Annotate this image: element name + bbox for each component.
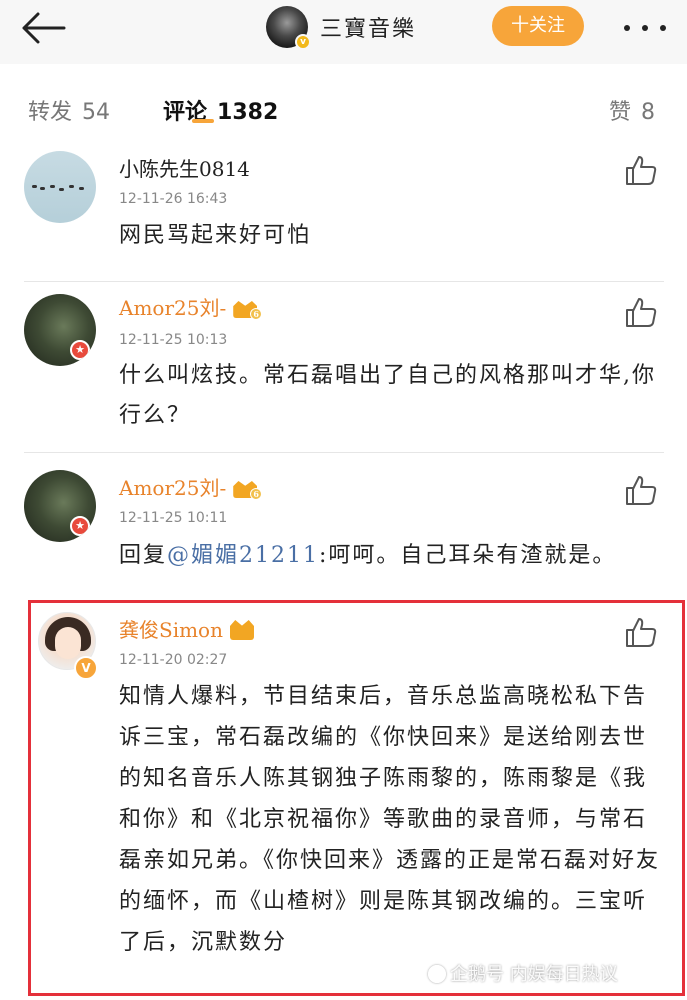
comment-item: 小陈先生0814 12-11-26 16:43 网民骂起来好可怕	[0, 146, 687, 284]
watermark-text: 企鹅号 内娱每日热议	[450, 964, 618, 985]
top-navigation-bar: v 三寶音樂 十关注	[0, 0, 687, 64]
tab-count: 8	[641, 100, 656, 125]
avatar[interactable]: ★	[24, 294, 96, 366]
comment-timestamp: 12-11-25 10:11	[119, 510, 228, 526]
active-tab-indicator	[192, 119, 214, 123]
tab-bar: 转发 54 评论 1382 赞8	[0, 64, 687, 146]
account-header[interactable]: v 三寶音樂	[266, 4, 416, 50]
comment-item: ★ Amor25刘- 6 12-11-25 10:11 回复@媚媚21211:呵呵…	[0, 454, 687, 594]
highlight-annotation-box	[28, 600, 685, 996]
comment-username[interactable]: Amor25刘- 6	[119, 472, 263, 501]
mention-link[interactable]: @媚媚21211	[167, 543, 319, 568]
tab-label: 转发	[28, 100, 73, 125]
vip-crown-icon: 6	[232, 476, 263, 500]
reply-prefix: 回复	[119, 543, 168, 568]
back-arrow-icon[interactable]	[18, 8, 68, 48]
username-text: Amor25刘-	[119, 296, 227, 320]
divider	[24, 281, 664, 282]
tab-label: 赞	[609, 100, 632, 125]
comment-text: 网民骂起来好可怕	[119, 223, 312, 248]
tab-likes[interactable]: 赞8	[609, 94, 655, 126]
comment-timestamp: 12-11-26 16:43	[119, 191, 228, 207]
avatar[interactable]: ★	[24, 470, 96, 542]
comment-username[interactable]: 小陈先生0814	[119, 153, 250, 182]
tab-count: 1382	[217, 100, 279, 125]
tab-comments[interactable]: 评论 1382	[163, 94, 278, 126]
account-name[interactable]: 三寶音樂	[320, 11, 416, 43]
member-badge-icon: ★	[70, 516, 90, 536]
thumbs-up-icon[interactable]	[624, 474, 658, 506]
comment-username[interactable]: Amor25刘- 6	[119, 292, 263, 321]
vip-crown-icon: 6	[232, 296, 263, 320]
verified-badge-icon: v	[295, 34, 311, 50]
thumbs-up-icon[interactable]	[624, 154, 658, 186]
account-avatar[interactable]: v	[266, 6, 311, 50]
member-badge-icon: ★	[70, 340, 90, 360]
tab-reposts[interactable]: 转发 54	[28, 94, 110, 126]
comment-text: 什么叫炫技。常石磊唱出了自己的风格那叫才华,你行么？	[119, 363, 656, 428]
watermark: 企鹅号 内娱每日热议	[428, 960, 618, 986]
penguin-logo-icon	[428, 965, 446, 983]
more-options-icon[interactable]	[622, 12, 670, 42]
comment-timestamp: 12-11-25 10:13	[119, 332, 228, 348]
username-text: Amor25刘-	[119, 476, 227, 500]
tab-count: 54	[82, 100, 111, 125]
comment-item: ★ Amor25刘- 6 12-11-25 10:13 什么叫炫技。常石磊唱出了自…	[0, 284, 687, 454]
divider	[24, 452, 664, 453]
comment-text: 回复@媚媚21211:呵呵。自己耳朵有渣就是。	[119, 536, 664, 576]
reply-text: :呵呵。自己耳朵有渣就是。	[319, 543, 617, 568]
follow-button[interactable]: 十关注	[492, 6, 584, 46]
thumbs-up-icon[interactable]	[624, 296, 658, 328]
avatar[interactable]	[24, 151, 96, 223]
